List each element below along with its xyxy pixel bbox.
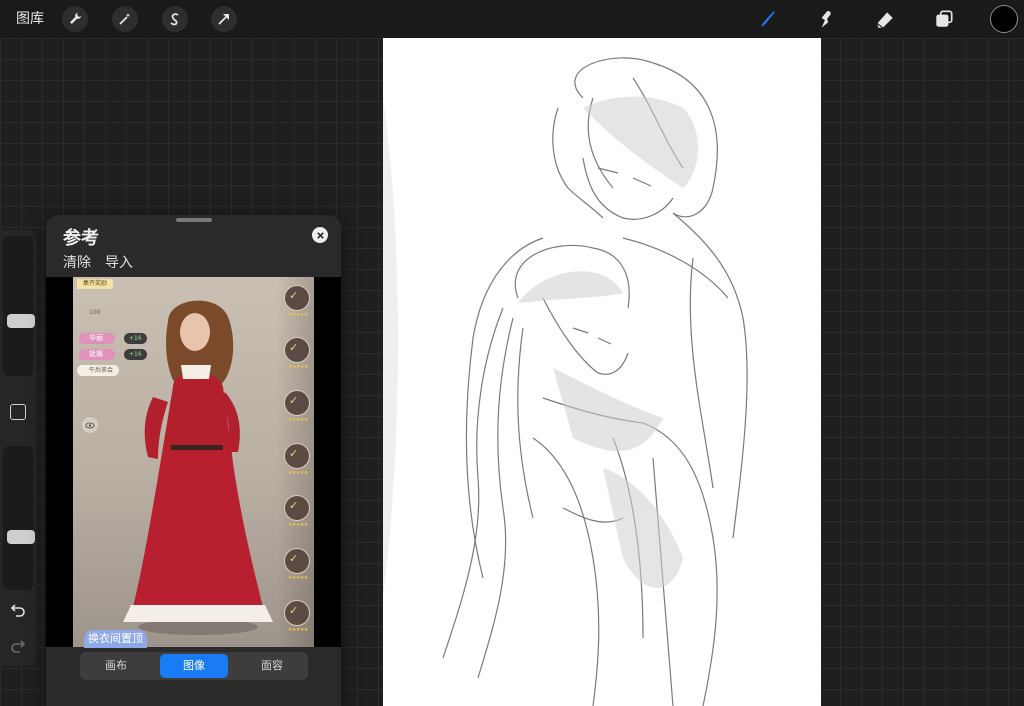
reference-panel[interactable]: 参考 清除 导入 集齐奖励 100 华丽 +16 妩媚 +16 午后茶会 ✓ ★… — [46, 215, 341, 706]
attribute-pill: 妩媚 — [79, 349, 115, 360]
reference-image-viewport[interactable]: 集齐奖励 100 华丽 +16 妩媚 +16 午后茶会 ✓ ★★★★★ ✓ ★★… — [46, 277, 341, 647]
character-illustration — [123, 300, 273, 635]
undo-icon[interactable] — [8, 600, 28, 620]
color-picker-swatch[interactable] — [990, 5, 1018, 33]
pencil-sketch-artwork — [383, 57, 748, 706]
left-sidebar — [0, 230, 36, 666]
modify-button[interactable] — [10, 404, 26, 420]
outfit-thumb[interactable]: ✓ ★★★★★ — [284, 390, 310, 423]
close-button[interactable] — [312, 227, 328, 243]
outfit-thumbnail-list[interactable]: ✓ ★★★★★ ✓ ★★★★★ ✓ ★★★★★ ✓ ★★★★★ ✓ ★★★★★ ✓ ★★★★… — [276, 277, 314, 647]
eraser-icon[interactable] — [872, 6, 898, 32]
attribute-pill: 华丽 — [79, 333, 115, 344]
smudge-icon[interactable] — [813, 6, 839, 32]
magic-wand-icon[interactable] — [112, 6, 138, 32]
layers-icon[interactable] — [931, 6, 957, 32]
panel-title: 参考 — [63, 228, 99, 249]
drawing-canvas[interactable] — [383, 38, 821, 706]
transform-arrow-icon[interactable] — [211, 6, 237, 32]
outfit-thumb[interactable]: ✓ ★★★★★ — [284, 548, 310, 581]
tab-face[interactable]: 面容 — [238, 654, 306, 678]
redo-icon[interactable] — [8, 636, 28, 656]
outfit-thumb[interactable]: ✓ ★★★★★ — [284, 495, 310, 528]
reference-source-tabs: 画布 图像 面容 — [80, 652, 308, 680]
brush-size-slider[interactable] — [3, 236, 35, 376]
outfit-thumb[interactable]: ✓ ★★★★★ — [284, 443, 310, 476]
opacity-handle[interactable] — [7, 530, 35, 544]
reference-image: 集齐奖励 100 华丽 +16 妩媚 +16 午后茶会 ✓ ★★★★★ ✓ ★★… — [73, 277, 314, 647]
eye-icon — [82, 417, 98, 433]
brush-size-handle[interactable] — [7, 314, 35, 328]
top-toolbar: 图库 — [0, 0, 1024, 38]
outfit-thumb[interactable]: ✓ ★★★★★ — [284, 285, 310, 318]
selection-s-icon[interactable] — [162, 6, 188, 32]
pin-wardrobe-button: 换衣间置顶 — [84, 630, 147, 648]
collection-reward-badge: 集齐奖励 — [77, 279, 114, 289]
outfit-thumb[interactable]: ✓ ★★★★★ — [284, 337, 310, 370]
reward-count: 100 — [89, 309, 101, 316]
tab-image[interactable]: 图像 — [160, 654, 228, 678]
wrench-icon[interactable] — [62, 6, 88, 32]
tab-canvas[interactable]: 画布 — [82, 654, 150, 678]
opacity-slider[interactable] — [3, 446, 35, 590]
gallery-button[interactable]: 图库 — [16, 8, 44, 28]
import-button[interactable]: 导入 — [105, 252, 133, 272]
outfit-thumb[interactable]: ✓ ★★★★★ — [284, 600, 310, 633]
panel-drag-handle[interactable] — [176, 218, 212, 222]
clear-button[interactable]: 清除 — [63, 252, 91, 272]
brush-icon[interactable] — [754, 6, 780, 32]
close-icon — [316, 231, 324, 239]
